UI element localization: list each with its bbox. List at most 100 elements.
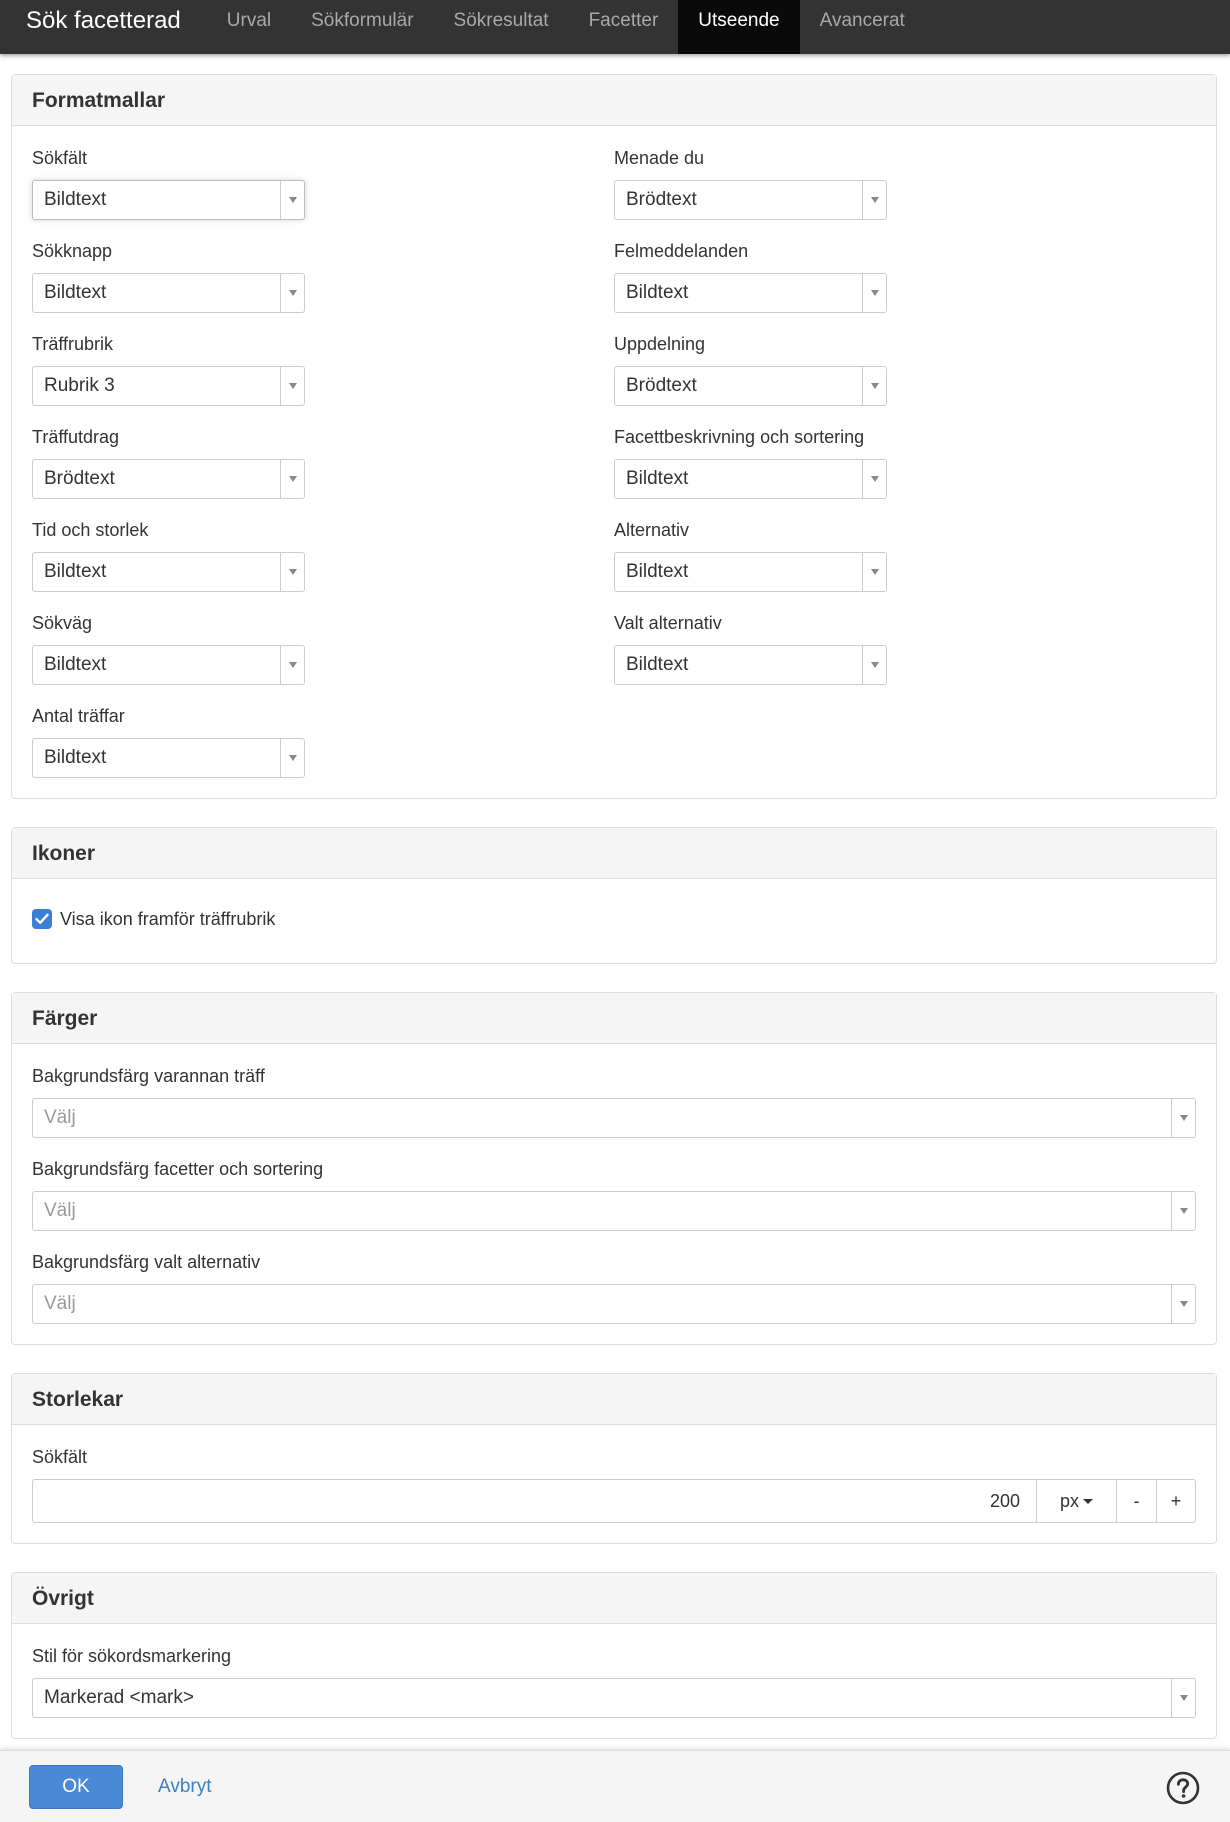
select-value: Rubrik 3: [44, 375, 115, 396]
dropdown-arrow-icon: [862, 274, 886, 312]
panel-title-farger: Färger: [12, 993, 1216, 1044]
show-icon-label: Visa ikon framför träffrubrik: [60, 908, 276, 929]
caret-down-icon: [1083, 1498, 1093, 1504]
dialog-footer: OK Avbryt: [0, 1750, 1230, 1822]
field-label: Sökfält: [32, 1447, 88, 1467]
select-value: Bildtext: [626, 561, 689, 582]
dropdown-arrow-icon: [280, 181, 304, 219]
increment-button[interactable]: +: [1156, 1479, 1196, 1523]
tab-avancerat[interactable]: Avancerat: [800, 0, 925, 54]
select-value: Bildtext: [44, 747, 107, 768]
select-uppdelning[interactable]: Brödtext: [614, 366, 887, 406]
help-icon[interactable]: [1166, 1771, 1200, 1805]
tab-facetter[interactable]: Facetter: [569, 0, 679, 54]
dropdown-arrow-icon: [862, 460, 886, 498]
select-value: Bildtext: [626, 468, 689, 489]
top-navbar: Sök facetterad Urval Sökformulär Sökresu…: [0, 0, 1230, 54]
panel-title-ovrigt: Övrigt: [12, 1573, 1216, 1624]
select-bg-selected-option[interactable]: Välj: [32, 1284, 1196, 1324]
tab-utseende[interactable]: Utseende: [678, 0, 800, 54]
panel-title-ikoner: Ikoner: [12, 828, 1216, 879]
field-label: Bakgrundsfärg varannan träff: [32, 1066, 265, 1086]
field-label: Bakgrundsfärg facetter och sortering: [32, 1159, 324, 1179]
select-sokvag[interactable]: Bildtext: [32, 645, 305, 685]
select-value: Markerad <mark>: [44, 1687, 194, 1708]
field-label: Stil för sökordsmarkering: [32, 1646, 232, 1666]
select-sokknapp[interactable]: Bildtext: [32, 273, 305, 313]
select-traffutdrag[interactable]: Brödtext: [32, 459, 305, 499]
panel-ovrigt: Övrigt Stil för sökordsmarkering Markera…: [11, 1572, 1217, 1739]
select-traffrubrik[interactable]: Rubrik 3: [32, 366, 305, 406]
field-label: Sökknapp: [32, 241, 113, 261]
settings-content[interactable]: Formatmallar Sökfält Bildtext Sökknapp B: [0, 54, 1230, 1750]
select-placeholder: Välj: [44, 1293, 76, 1314]
select-placeholder: Välj: [44, 1200, 76, 1221]
select-bg-alternate-hit[interactable]: Välj: [32, 1098, 1196, 1138]
panel-title-storlekar: Storlekar: [12, 1374, 1216, 1425]
select-value: Bildtext: [44, 561, 107, 582]
show-icon-checkbox[interactable]: [32, 909, 52, 929]
field-label: Alternativ: [614, 520, 690, 540]
cancel-link[interactable]: Avbryt: [158, 1776, 212, 1798]
field-label: Träffutdrag: [32, 427, 120, 447]
dropdown-arrow-icon: [1171, 1099, 1195, 1137]
formatmallar-right-column: Menade du Brödtext Felmeddelanden Bildte…: [614, 148, 1196, 778]
select-highlight-style[interactable]: Markerad <mark>: [32, 1678, 1196, 1718]
tab-sokformular[interactable]: Sökformulär: [291, 0, 433, 54]
field-label: Sökfält: [32, 148, 88, 168]
select-value: Brödtext: [626, 189, 697, 210]
dropdown-arrow-icon: [280, 460, 304, 498]
panel-formatmallar: Formatmallar Sökfält Bildtext Sökknapp B: [11, 74, 1217, 799]
show-icon-option: Visa ikon framför träffrubrik: [32, 899, 1196, 939]
select-sokfalt[interactable]: Bildtext: [32, 180, 305, 220]
select-value: Brödtext: [626, 375, 697, 396]
field-label: Menade du: [614, 148, 705, 168]
select-value: Bildtext: [626, 282, 689, 303]
tab-urval[interactable]: Urval: [207, 0, 291, 54]
select-value: Brödtext: [44, 468, 115, 489]
ok-button[interactable]: OK: [29, 1764, 123, 1809]
dropdown-arrow-icon: [862, 646, 886, 684]
field-label: Valt alternativ: [614, 613, 722, 633]
tab-sokresultat[interactable]: Sökresultat: [434, 0, 569, 54]
field-label: Träffrubrik: [32, 334, 114, 354]
select-value: Bildtext: [626, 654, 689, 675]
select-valt-alternativ[interactable]: Bildtext: [614, 645, 887, 685]
select-facettbeskrivning[interactable]: Bildtext: [614, 459, 887, 499]
unit-dropdown-button[interactable]: px: [1036, 1479, 1116, 1523]
dropdown-arrow-icon: [280, 274, 304, 312]
field-label: Uppdelning: [614, 334, 706, 354]
select-value: Bildtext: [44, 282, 107, 303]
field-label: Felmeddelanden: [614, 241, 749, 261]
dropdown-arrow-icon: [280, 553, 304, 591]
tab-bar: Urval Sökformulär Sökresultat Facetter U…: [207, 0, 925, 54]
select-placeholder: Välj: [44, 1107, 76, 1128]
dropdown-arrow-icon: [862, 181, 886, 219]
panel-title-formatmallar: Formatmallar: [12, 75, 1216, 126]
dropdown-arrow-icon: [862, 367, 886, 405]
dropdown-arrow-icon: [280, 367, 304, 405]
formatmallar-left-column: Sökfält Bildtext Sökknapp Bildtext Träff…: [32, 148, 614, 778]
select-menade-du[interactable]: Brödtext: [614, 180, 887, 220]
select-felmeddelanden[interactable]: Bildtext: [614, 273, 887, 313]
search-field-size-group: 200 px - +: [32, 1479, 1196, 1523]
field-label: Antal träffar: [32, 706, 125, 726]
app-title: Sök facetterad: [26, 7, 181, 34]
field-label: Bakgrundsfärg valt alternativ: [32, 1252, 261, 1272]
dropdown-arrow-icon: [862, 553, 886, 591]
select-tid-och-storlek[interactable]: Bildtext: [32, 552, 305, 592]
dropdown-arrow-icon: [1171, 1285, 1195, 1323]
dropdown-arrow-icon: [1171, 1192, 1195, 1230]
select-value: Bildtext: [44, 189, 107, 210]
panel-storlekar: Storlekar Sökfält 200 px - +: [11, 1373, 1217, 1544]
select-value: Bildtext: [44, 654, 107, 675]
checkmark-icon: [35, 913, 49, 924]
select-alternativ[interactable]: Bildtext: [614, 552, 887, 592]
select-bg-facets-sorting[interactable]: Välj: [32, 1191, 1196, 1231]
field-label: Facettbeskrivning och sortering: [614, 427, 865, 447]
search-field-size-input[interactable]: 200: [32, 1479, 1036, 1523]
select-antal-traffar[interactable]: Bildtext: [32, 738, 305, 778]
field-label: Sökväg: [32, 613, 93, 633]
decrement-button[interactable]: -: [1116, 1479, 1156, 1523]
panel-ikoner: Ikoner Visa ikon framför träffrubrik: [11, 827, 1217, 964]
